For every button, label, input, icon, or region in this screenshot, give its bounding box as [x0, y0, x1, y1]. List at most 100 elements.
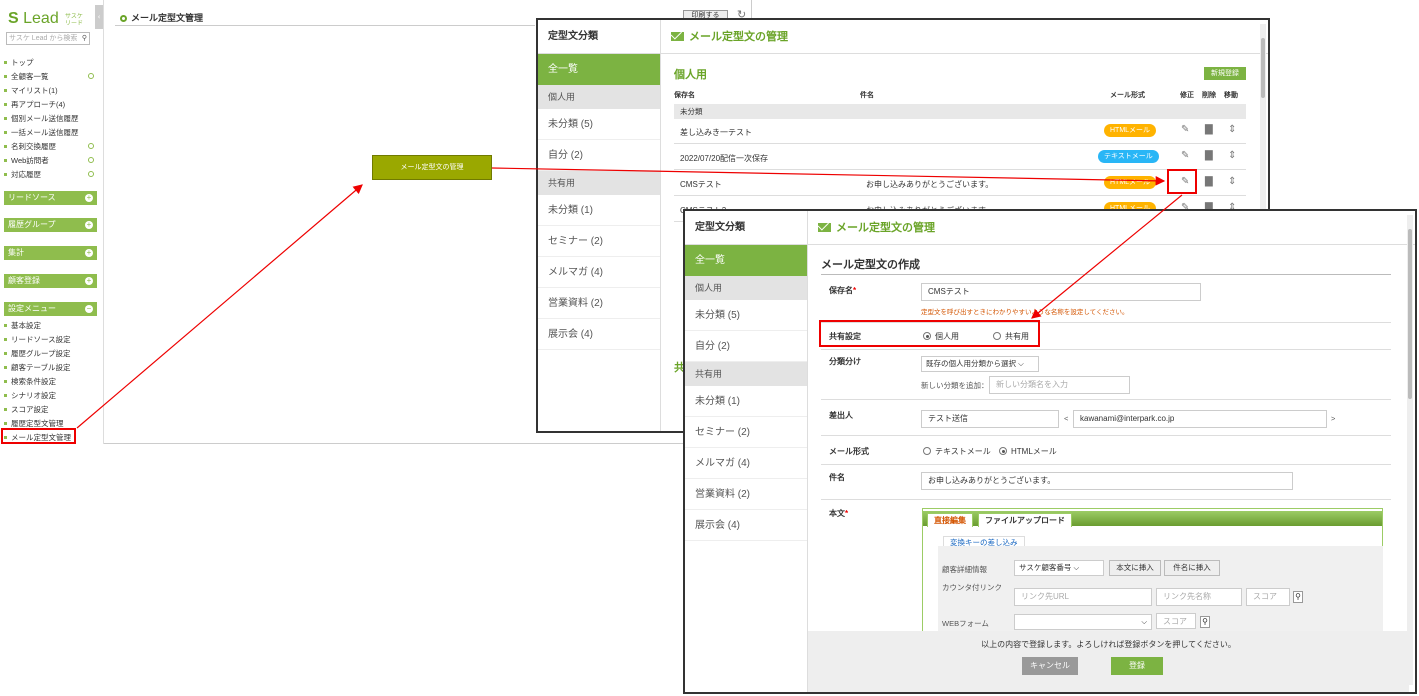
- cust-label: 顧客詳細情報: [942, 565, 987, 574]
- sender-name-input[interactable]: テスト送信: [921, 410, 1059, 428]
- plus-icon: +: [85, 220, 93, 229]
- col-header: 修正: [1180, 92, 1194, 99]
- settings-menu: 基本設定 リードソース設定 履歴グループ設定 顧客テーブル設定 検索条件設定 シ…: [4, 318, 100, 444]
- sidebar-item-reapproach[interactable]: 再アプローチ(4): [4, 97, 100, 111]
- expand-icon[interactable]: [88, 171, 94, 177]
- category-item[interactable]: 営業資料 (2): [538, 288, 660, 319]
- category-item[interactable]: 自分 (2): [538, 140, 660, 171]
- sidebar-item-top[interactable]: トップ: [4, 55, 100, 69]
- format-text-radio[interactable]: テキストメール: [923, 446, 991, 457]
- sidebar-item-all-customers[interactable]: 全顧客一覧: [4, 69, 100, 83]
- category-item[interactable]: 未分類 (1): [685, 386, 807, 417]
- sidebar-item-web-visitors[interactable]: Web訪問者: [4, 153, 100, 167]
- search-icon[interactable]: ⚲: [82, 33, 87, 44]
- sidebar-section-settings[interactable]: 設定メニュー −: [4, 302, 97, 316]
- category-all[interactable]: 全一覧: [685, 245, 807, 276]
- save-name-input[interactable]: CMSテスト: [921, 283, 1201, 301]
- sidebar-item-individual-mail[interactable]: 個別メール送信履歴: [4, 111, 100, 125]
- insert-body-button[interactable]: 本文に挿入: [1109, 560, 1161, 576]
- web-form-select[interactable]: ⌵: [1014, 614, 1152, 630]
- mail-icon: [818, 223, 831, 232]
- counter-label: カウンタ付リンク: [942, 583, 1002, 592]
- category-item[interactable]: メルマガ (4): [538, 257, 660, 288]
- category-item[interactable]: 未分類 (5): [538, 109, 660, 140]
- register-button[interactable]: 登録: [1111, 657, 1163, 675]
- category-group-personal: 個人用: [685, 276, 807, 300]
- category-item[interactable]: 展示会 (4): [685, 510, 807, 541]
- sidebar-item-bulk-mail[interactable]: 一括メール送信履歴: [4, 125, 100, 139]
- category-item[interactable]: 未分類 (5): [685, 300, 807, 331]
- edit-icon[interactable]: ✎: [1181, 124, 1189, 135]
- settings-item-lead-source[interactable]: リードソース設定: [4, 332, 100, 346]
- link-name-input[interactable]: リンク先名称: [1156, 588, 1242, 606]
- mail-icon: [671, 32, 684, 41]
- settings-item-score[interactable]: スコア設定: [4, 402, 100, 416]
- cancel-button[interactable]: キャンセル: [1022, 657, 1078, 675]
- format-html-radio[interactable]: HTMLメール: [999, 446, 1057, 457]
- sidebar-item-card-exchange[interactable]: 名刺交換履歴: [4, 139, 100, 153]
- category-group-shared: 共有用: [538, 171, 660, 195]
- sidebar: S Lead サスケリード サスケ Lead から検索 ⚲ トップ 全顧客一覧 マイ…: [0, 0, 104, 444]
- expand-icon[interactable]: [88, 143, 94, 149]
- edit-icon[interactable]: ✎: [1181, 150, 1189, 161]
- table-row[interactable]: 差し込みき一テスト HTMLメール ✎ ▇ ⇕: [674, 119, 1246, 144]
- link-icon[interactable]: ⚲: [1200, 616, 1210, 628]
- expand-icon[interactable]: [88, 157, 94, 163]
- highlight-box: [819, 320, 1040, 347]
- tab-direct-edit[interactable]: 直接編集: [927, 513, 973, 527]
- table-row[interactable]: 2022/07/20配信一次保存 テキストメール ✎ ▇ ⇕: [674, 145, 1246, 170]
- insert-subject-button[interactable]: 件名に挿入: [1164, 560, 1220, 576]
- sender-email-input[interactable]: kawanami@interpark.co.jp: [1073, 410, 1327, 428]
- scrollbar[interactable]: [1407, 215, 1413, 685]
- expand-icon[interactable]: [88, 73, 94, 79]
- class-select[interactable]: 既存の個人用分類から選択 ⌵: [921, 356, 1039, 372]
- table-row[interactable]: CMSテスト お申し込みありがとうございます。 HTMLメール ✎ ▇ ⇕: [674, 171, 1246, 196]
- trash-icon[interactable]: ▇: [1205, 150, 1213, 161]
- category-all[interactable]: 全一覧: [538, 54, 660, 85]
- cust-select[interactable]: サスケ顧客番号 ⌵: [1014, 560, 1104, 576]
- save-name-row: 保存名* CMSテスト 定型文を呼び出すときにわかりやすいような名称を設定してく…: [821, 275, 1391, 323]
- sidebar-section-history-group[interactable]: 履歴グループ +: [4, 218, 97, 232]
- trash-icon[interactable]: ▇: [1205, 124, 1213, 135]
- category-item[interactable]: セミナー (2): [538, 226, 660, 257]
- link-icon[interactable]: ⚲: [1293, 591, 1303, 603]
- subject-input[interactable]: お申し込みありがとうございます。: [921, 472, 1293, 490]
- move-icon[interactable]: ⇕: [1228, 150, 1236, 161]
- trash-icon[interactable]: ▇: [1205, 176, 1213, 187]
- sidebar-item-history[interactable]: 対応履歴: [4, 167, 100, 181]
- settings-item-customer-table[interactable]: 顧客テーブル設定: [4, 360, 100, 374]
- sidebar-search-input[interactable]: サスケ Lead から検索 ⚲: [6, 32, 90, 45]
- sidebar-section-lead-source[interactable]: リードソース +: [4, 191, 97, 205]
- category-item[interactable]: 自分 (2): [685, 331, 807, 362]
- highlight-box: [1, 428, 76, 444]
- category-item[interactable]: 未分類 (1): [538, 195, 660, 226]
- score-input[interactable]: スコア: [1246, 588, 1290, 606]
- sidebar-collapse-toggle[interactable]: ‹: [95, 5, 103, 29]
- settings-item-basic[interactable]: 基本設定: [4, 318, 100, 332]
- category-item[interactable]: セミナー (2): [685, 417, 807, 448]
- category-item[interactable]: メルマガ (4): [685, 448, 807, 479]
- new-register-button[interactable]: 新規登録: [1204, 67, 1246, 80]
- sidebar-item-mylist[interactable]: マイリスト(1): [4, 83, 100, 97]
- sidebar-section-customer-reg[interactable]: 顧客登録 +: [4, 274, 97, 288]
- col-header: メール形式: [1110, 92, 1145, 99]
- category-header: 定型文分類: [538, 20, 660, 54]
- move-icon[interactable]: ⇕: [1228, 176, 1236, 187]
- sidebar-section-stats[interactable]: 集計 +: [4, 246, 97, 260]
- settings-item-scenario[interactable]: シナリオ設定: [4, 388, 100, 402]
- move-icon[interactable]: ⇕: [1228, 124, 1236, 135]
- app-logo[interactable]: S Lead サスケリード: [8, 10, 83, 28]
- settings-item-history-group[interactable]: 履歴グループ設定: [4, 346, 100, 360]
- class-new-input[interactable]: 新しい分類名を入力: [989, 376, 1130, 394]
- link-url-input[interactable]: リンク先URL: [1014, 588, 1152, 606]
- score-input-2[interactable]: スコア: [1156, 613, 1196, 629]
- category-group-shared: 共有用: [685, 362, 807, 386]
- mail-template-manage-button[interactable]: メール定型文の管理: [372, 155, 492, 180]
- category-group-personal: 個人用: [538, 85, 660, 109]
- category-item[interactable]: 展示会 (4): [538, 319, 660, 350]
- category-item[interactable]: 営業資料 (2): [685, 479, 807, 510]
- subject-label: 件名: [829, 473, 845, 482]
- settings-item-search[interactable]: 検索条件設定: [4, 374, 100, 388]
- highlight-box: [1167, 169, 1197, 194]
- tab-file-upload[interactable]: ファイルアップロード: [978, 513, 1072, 527]
